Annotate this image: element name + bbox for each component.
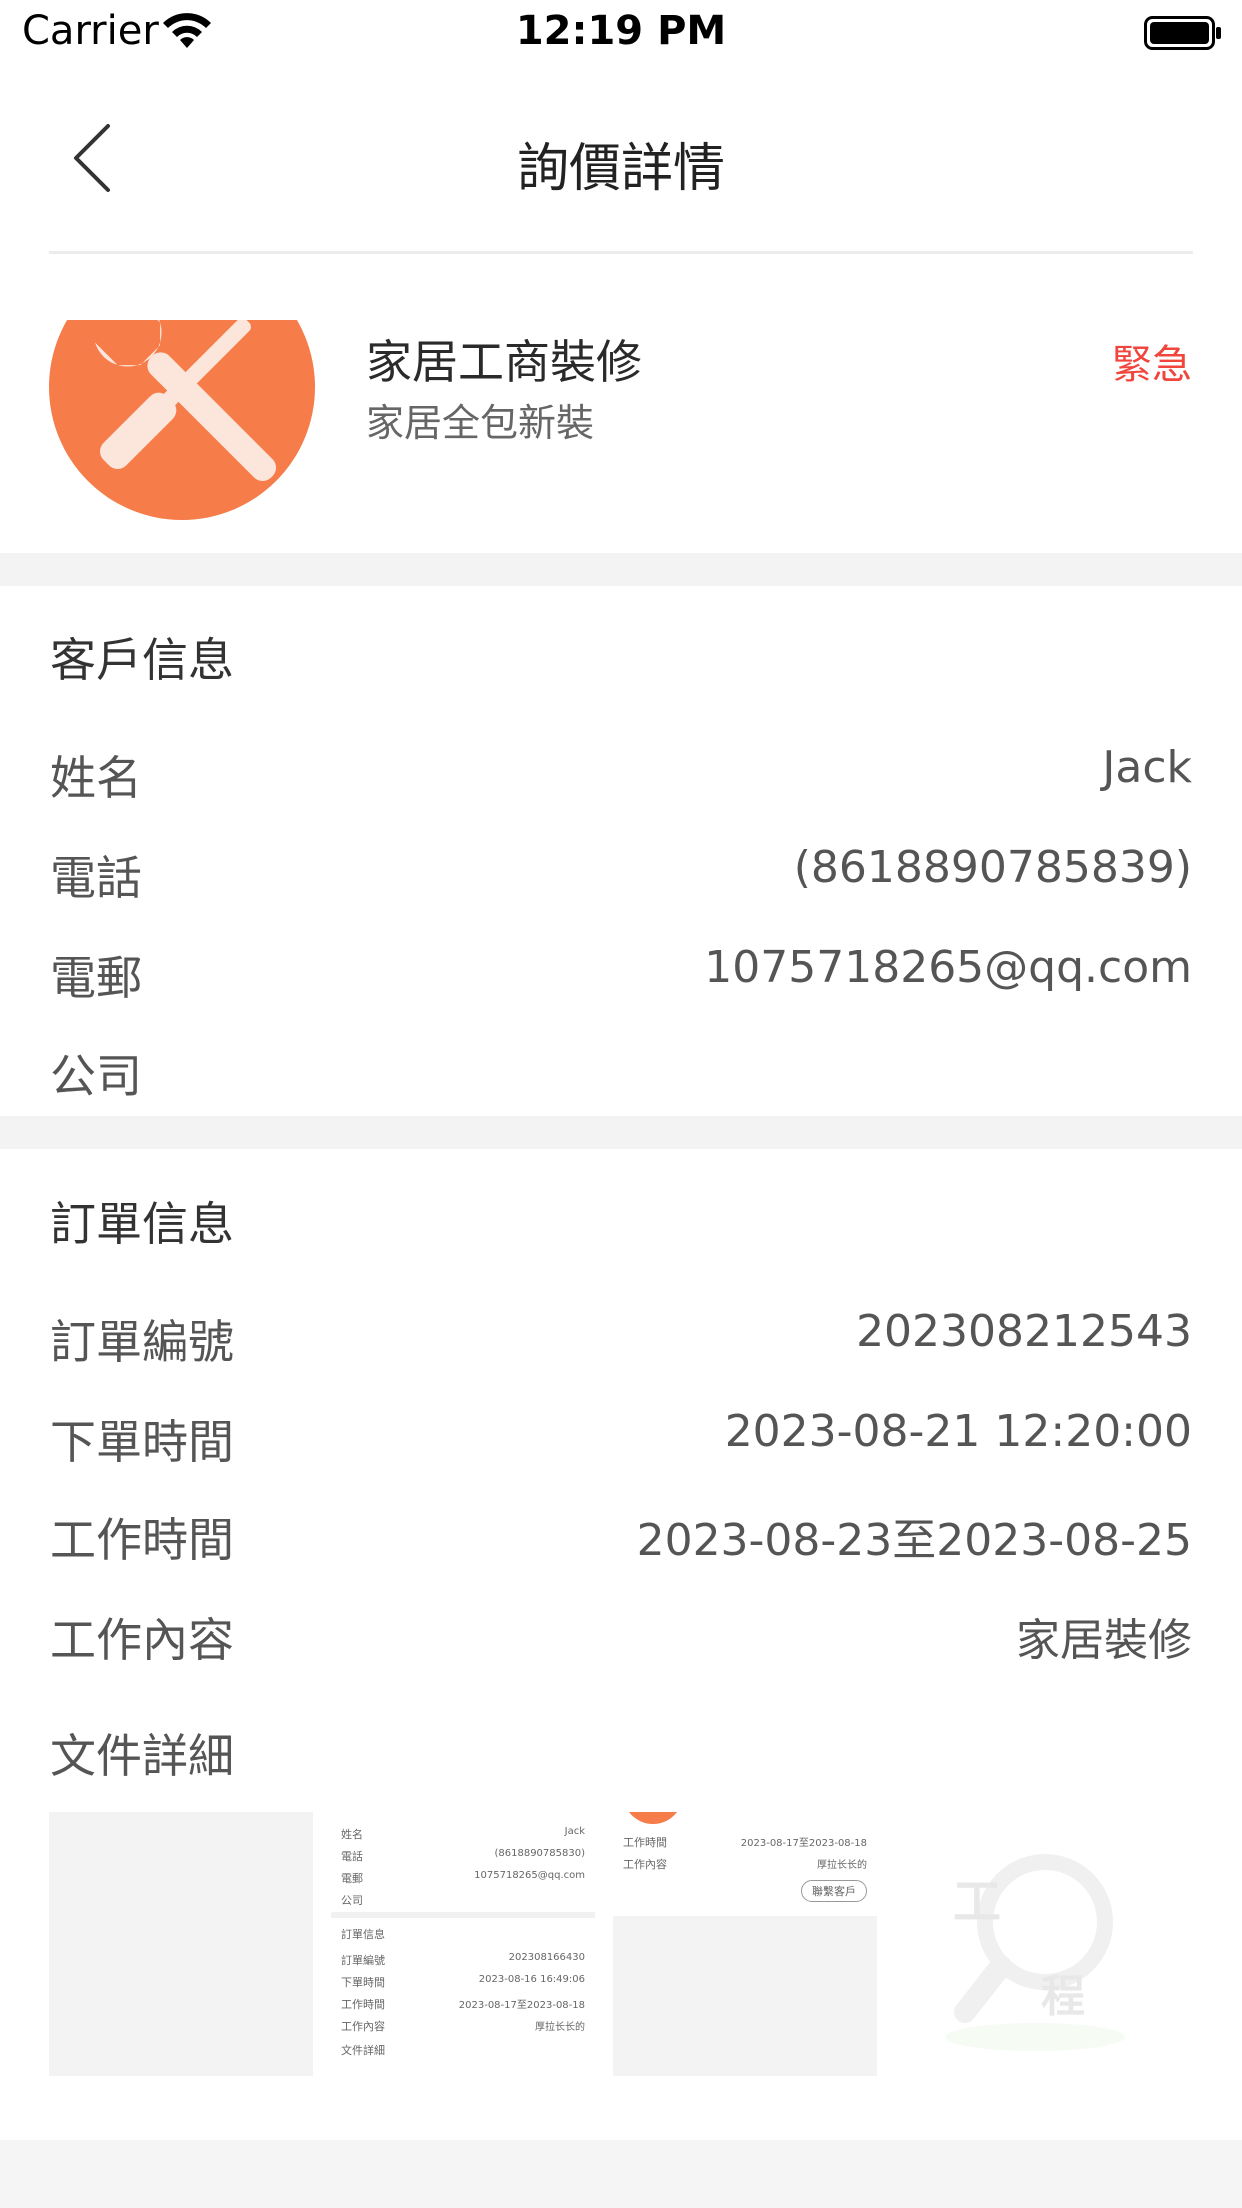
- bottom-area: [0, 2140, 1242, 2208]
- mini-label: 姓名: [341, 1828, 363, 1841]
- order-number-value: 202308212543: [856, 1306, 1192, 1357]
- customer-email-label: 電郵: [50, 951, 142, 1005]
- customer-name-label: 姓名: [50, 751, 142, 805]
- mini-label: 工作時間: [341, 1998, 385, 2011]
- service-title: 家居工商裝修: [366, 335, 642, 389]
- attachment-thumbnail[interactable]: 工作時間 2023-08-17至2023-08-18 工作內容 厚拉长长的 聯繫…: [613, 1812, 877, 2076]
- order-section-title: 訂單信息: [50, 1197, 234, 1251]
- service-header: 家居工商裝修 家居全包新裝 緊急: [0, 254, 1242, 553]
- mini-label: 下單時間: [341, 1976, 385, 1989]
- mini-service-icon: [623, 1812, 683, 1824]
- mini-section-title: 訂單信息: [341, 1928, 385, 1941]
- nav-bar: 詢價詳情: [0, 66, 1242, 254]
- mini-contact-button: 聯繫客戶: [801, 1880, 867, 1902]
- mini-label: 工作內容: [341, 2020, 385, 2033]
- watermark-char: 工: [953, 1874, 1002, 1930]
- mini-image-placeholder: [613, 1916, 877, 2076]
- status-time: 12:19 PM: [515, 8, 727, 54]
- watermark-char: 程: [1041, 1971, 1085, 2022]
- order-number-label: 訂單編號: [50, 1315, 234, 1369]
- customer-phone-label: 電話: [50, 851, 142, 905]
- mini-value: 202308166430: [508, 1952, 585, 1963]
- status-bar: Carrier 12:19 PM: [0, 0, 1242, 66]
- work-time-value: 2023-08-23至2023-08-25: [636, 1515, 1192, 1566]
- mini-divider: [331, 1912, 595, 1918]
- attachments: 姓名 Jack 電話 (8618890785830) 電郵 1075718265…: [49, 1812, 1193, 2076]
- mini-label: 文件詳細: [341, 2044, 385, 2057]
- order-time-value: 2023-08-21 12:20:00: [724, 1406, 1192, 1457]
- section-divider: [0, 553, 1242, 586]
- customer-email-value[interactable]: 1075718265@qq.com: [704, 942, 1192, 993]
- work-content-label: 工作內容: [50, 1613, 234, 1667]
- mini-value: 厚拉长长的: [535, 2022, 585, 2033]
- customer-company-label: 公司: [50, 1049, 142, 1103]
- magnifier-icon: [945, 1854, 1125, 2051]
- urgency-badge: 緊急: [1112, 342, 1192, 388]
- battery-icon: [1144, 16, 1221, 50]
- customer-phone-value[interactable]: (8618890785839): [794, 842, 1192, 893]
- customer-name-value: Jack: [1102, 742, 1192, 793]
- order-time-label: 下單時間: [50, 1415, 234, 1469]
- attachment-thumbnail[interactable]: 工 程: [895, 1812, 1159, 2076]
- mini-value: Jack: [564, 1826, 585, 1837]
- attachment-thumbnail[interactable]: [49, 1812, 313, 2076]
- mini-value: 1075718265@qq.com: [474, 1870, 585, 1881]
- files-label: 文件詳細: [50, 1729, 234, 1783]
- section-divider: [0, 1116, 1242, 1149]
- page-title: 詢價詳情: [516, 139, 725, 199]
- mini-value: 2023-08-17至2023-08-18: [740, 1838, 867, 1849]
- mini-value: 2023-08-17至2023-08-18: [458, 2000, 585, 2011]
- customer-section-title: 客戶信息: [50, 633, 234, 687]
- mini-label: 電話: [341, 1850, 363, 1863]
- mini-label: 工作內容: [623, 1858, 667, 1871]
- mini-label: 工作時間: [623, 1836, 667, 1849]
- mini-label: 訂單編號: [341, 1954, 385, 1967]
- service-subtitle: 家居全包新裝: [366, 401, 595, 445]
- mini-label: 公司: [341, 1894, 363, 1907]
- mini-value: (8618890785830): [494, 1848, 585, 1859]
- attachment-thumbnail[interactable]: 姓名 Jack 電話 (8618890785830) 電郵 1075718265…: [331, 1812, 595, 2076]
- work-time-label: 工作時間: [50, 1513, 234, 1567]
- wrench-screwdriver-icon: [49, 320, 315, 520]
- work-content-value: 家居裝修: [1016, 1615, 1192, 1666]
- mini-label: 電郵: [341, 1872, 363, 1885]
- mini-value: 2023-08-16 16:49:06: [478, 1974, 585, 1985]
- mini-value: 厚拉长长的: [817, 1860, 867, 1871]
